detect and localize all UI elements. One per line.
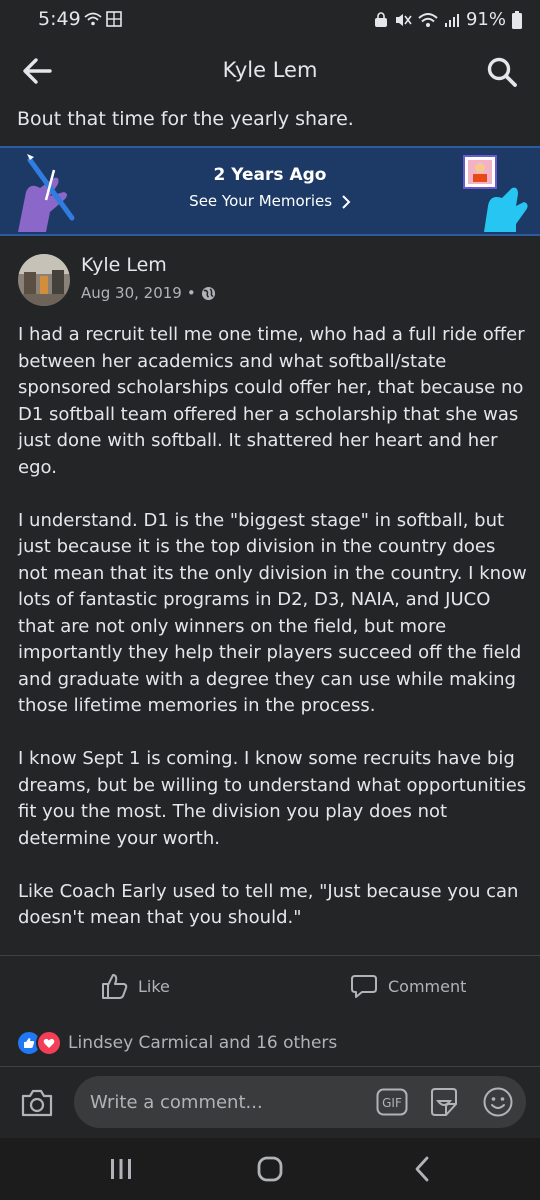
- like-button[interactable]: Like: [100, 972, 170, 1000]
- search-icon: [487, 57, 517, 87]
- gif-label: GIF: [382, 1096, 402, 1110]
- sticker-button[interactable]: [428, 1086, 460, 1118]
- recent-apps-icon: [111, 1159, 131, 1179]
- see-memories-label: See Your Memories: [189, 192, 333, 210]
- emoji-icon: [483, 1087, 513, 1117]
- post-paragraph: I understand. D1 is the "biggest stage" …: [18, 509, 527, 717]
- camera-icon: [21, 1089, 53, 1117]
- recent-apps-button[interactable]: [108, 1158, 134, 1180]
- post-paragraph: Like Coach Early used to tell me, "Just …: [18, 880, 519, 929]
- author-name[interactable]: Kyle Lem: [81, 254, 167, 276]
- wifi-icon: [418, 12, 438, 27]
- status-notification-icons: [84, 11, 122, 27]
- love-reaction-icon: [36, 1030, 62, 1056]
- gallery-icon: [106, 11, 122, 27]
- post-body: I had a recruit tell me one time, who ha…: [18, 322, 528, 958]
- reactions-text: Lindsey Carmical and 16 others: [68, 1033, 338, 1053]
- lock-icon: [374, 11, 387, 27]
- search-button[interactable]: [486, 56, 518, 88]
- post-paragraph: I know Sept 1 is coming. I know some rec…: [18, 748, 527, 849]
- actions-divider: [0, 955, 540, 956]
- battery-percent: 91%: [465, 9, 506, 30]
- camera-button[interactable]: [20, 1088, 54, 1118]
- avatar-photo: [18, 254, 70, 306]
- share-caption: Bout that time for the yearly share.: [17, 108, 354, 130]
- signal-icon: [444, 13, 459, 27]
- battery-icon: [512, 10, 522, 29]
- home-icon: [257, 1156, 283, 1182]
- chevron-right-icon: [342, 194, 351, 209]
- memories-banner[interactable]: [0, 146, 540, 236]
- mute-icon: [395, 13, 412, 26]
- sticker-icon: [431, 1088, 457, 1116]
- reactions-summary[interactable]: Lindsey Carmical and 16 others: [16, 1030, 337, 1056]
- comment-label: Comment: [388, 976, 467, 996]
- system-back-button[interactable]: [412, 1156, 432, 1182]
- status-right-icons: 91%: [374, 9, 522, 30]
- meta-separator: •: [186, 284, 196, 302]
- home-button[interactable]: [257, 1156, 283, 1182]
- emoji-button[interactable]: [482, 1086, 514, 1118]
- page-title: Kyle Lem: [222, 58, 318, 82]
- chevron-left-icon: [415, 1156, 429, 1182]
- gif-icon: GIF: [376, 1088, 408, 1116]
- gif-button[interactable]: GIF: [376, 1088, 408, 1116]
- globe-icon: [201, 286, 215, 300]
- memories-title: 2 Years Ago: [213, 165, 327, 185]
- post-meta: Aug 30, 2019 •: [81, 284, 216, 302]
- like-label: Like: [138, 976, 170, 996]
- wifi-call-icon: [84, 12, 102, 26]
- post-date[interactable]: Aug 30, 2019: [81, 284, 182, 302]
- comment-icon: [351, 975, 377, 998]
- comment-button[interactable]: Comment: [350, 972, 466, 1000]
- like-icon: [102, 974, 128, 999]
- see-memories-link[interactable]: See Your Memories: [0, 192, 540, 210]
- post-paragraph: I had a recruit tell me one time, who ha…: [18, 324, 525, 478]
- author-avatar[interactable]: [18, 254, 70, 306]
- status-time: 5:49: [38, 8, 81, 30]
